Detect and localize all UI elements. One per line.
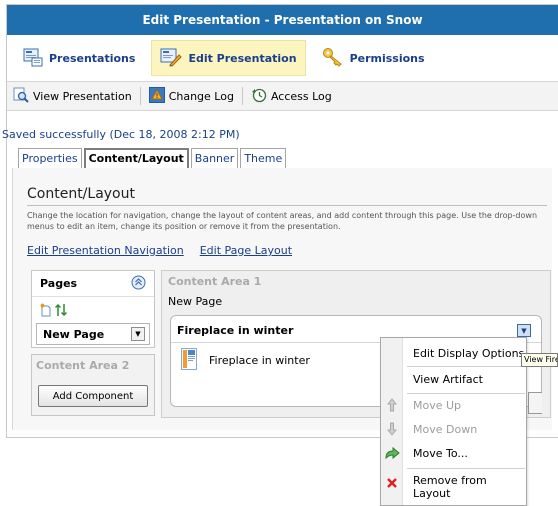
section-divider [27,205,547,206]
nav-permissions-label: Permissions [349,51,425,65]
toolbar-divider [241,87,243,105]
menu-separator [407,468,525,469]
component-title: Fireplace in winter [177,324,294,337]
pages-panel: Pages New Page ▼ [31,270,155,348]
content-area-1-title: Content Area 1 [168,275,262,288]
close-icon [381,472,403,489]
content-area-2: Content Area 2 Add Component [31,354,155,416]
edit-page-layout-link[interactable]: Edit Page Layout [200,244,292,257]
change-log-label: Change Log [168,89,234,103]
window-title: Edit Presentation - Presentation on Snow [7,5,558,35]
key-icon [322,47,344,70]
section-title: Content/Layout [27,186,135,202]
nav-edit-presentation[interactable]: Edit Presentation [151,40,306,76]
menu-item-move-to[interactable]: Move To... [381,442,526,464]
menu-item-remove-from-layout[interactable]: Remove from Layout [381,472,526,502]
component-menu-button[interactable]: ▼ [517,324,531,337]
tab-banner[interactable]: Banner [190,148,239,168]
menu-separator [407,366,525,367]
new-page-icon[interactable] [40,303,52,320]
toolbar-divider [139,87,141,105]
arrow-down-icon [381,422,403,436]
tab-properties[interactable]: Properties [18,148,82,168]
menu-item-edit-display-options[interactable]: Edit Display Options [381,342,526,364]
nav-presentations[interactable]: Presentations [15,40,143,76]
tab-content-layout[interactable]: Content/Layout [83,148,189,168]
partial-button[interactable] [528,392,542,414]
action-toolbar: View Presentation Change Log Access Log [7,81,558,111]
section-links: Edit Presentation Navigation Edit Page L… [27,244,292,257]
component-context-menu: Edit Display Options View Artifact Move … [380,337,527,506]
save-status: Saved successfully (Dec 18, 2008 2:12 PM… [2,128,240,141]
view-presentation-label: View Presentation [33,89,132,103]
menu-item-view-artifact[interactable]: View Artifact [381,368,526,390]
reorder-pages-icon[interactable] [54,303,68,320]
collapse-icon[interactable] [131,275,146,293]
content-area-2-title: Content Area 2 [36,359,130,372]
pages-title: Pages [40,277,78,290]
section-description: Change the location for navigation, chan… [27,211,538,231]
artifact-label: Fireplace in winter [209,354,310,367]
artifact-tooltip: View Fireplace in winter [521,353,558,367]
pages-header: Pages [32,271,154,297]
access-log-label: Access Log [270,89,332,103]
clock-icon [251,87,267,106]
page-select[interactable]: New Page ▼ [36,323,150,345]
edit-presentation-icon [160,47,183,70]
page-select-value: New Page [43,327,105,341]
view-presentation-button[interactable]: View Presentation [13,87,132,106]
pages-tools [40,303,68,320]
move-to-icon [381,445,403,461]
menu-item-move-down[interactable]: Move Down [381,418,526,440]
access-log-button[interactable]: Access Log [251,87,332,106]
change-log-icon [148,86,165,106]
artifact-item[interactable]: Fireplace in winter [181,348,310,373]
tab-theme[interactable]: Theme [240,148,287,168]
magnifier-icon [13,87,29,106]
menu-item-move-up[interactable]: Move Up [381,394,526,416]
change-log-button[interactable]: Change Log [148,86,234,106]
arrow-up-icon [381,398,403,412]
document-icon [181,348,197,373]
chevron-down-icon[interactable]: ▼ [131,327,145,341]
tab-bar: Properties Content/Layout Banner Theme [18,148,287,168]
nav-presentations-label: Presentations [49,51,136,65]
presentations-icon [23,47,43,70]
main-nav: Presentations Edit Presentation Permissi… [7,35,558,81]
add-component-button[interactable]: Add Component [38,385,148,407]
nav-edit-presentation-label: Edit Presentation [188,51,297,65]
content-area-1-page: New Page [168,295,223,308]
edit-presentation-navigation-link[interactable]: Edit Presentation Navigation [27,244,184,257]
nav-permissions[interactable]: Permissions [314,40,433,76]
